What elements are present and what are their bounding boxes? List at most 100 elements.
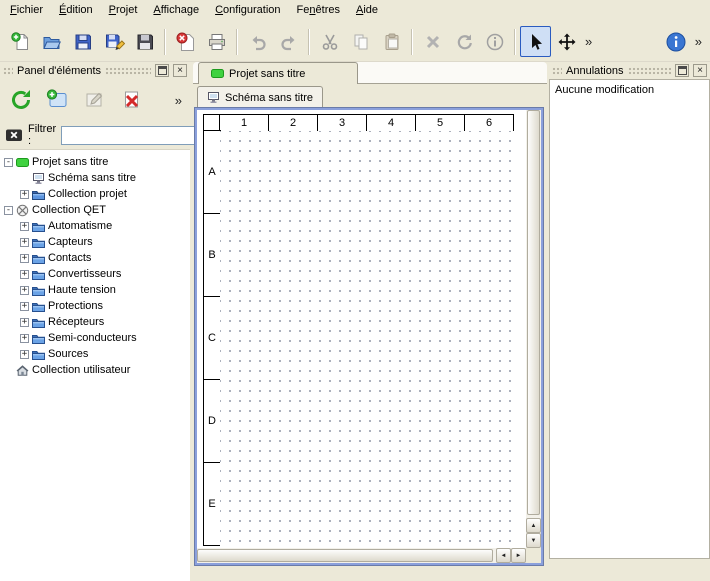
redo-button[interactable] <box>273 26 304 57</box>
tree-item[interactable]: -Collection QET <box>0 202 190 218</box>
tree-item[interactable]: + Capteurs <box>0 234 190 250</box>
column-header: 1 <box>219 114 269 132</box>
schema-tab[interactable]: Schéma sans titre <box>197 86 323 108</box>
expand-icon[interactable]: + <box>20 254 29 263</box>
tree-item[interactable]: +Collection projet <box>0 186 190 202</box>
expand-icon[interactable]: + <box>20 238 29 247</box>
new-element-button[interactable] <box>42 85 73 116</box>
paste-button[interactable] <box>376 26 407 57</box>
new-file-button[interactable] <box>5 26 36 57</box>
tree-item[interactable]: +Automatisme <box>0 218 190 234</box>
column-header: 3 <box>317 114 367 132</box>
tree-item-label: Collection utilisateur <box>32 364 130 376</box>
dock-drag-handle[interactable] <box>552 67 562 75</box>
delete-button[interactable] <box>417 26 448 57</box>
folder-icon <box>32 236 45 249</box>
diagram-canvas[interactable]: 123456 ABCDE <box>197 110 526 548</box>
menu-affichage[interactable]: Affichage <box>145 0 207 22</box>
qet-icon <box>16 204 29 217</box>
tree-item-label: Récepteurs <box>48 316 104 328</box>
open-file-button[interactable] <box>36 26 67 57</box>
vertical-scrollbar[interactable]: ▲ ▼ <box>526 110 541 548</box>
schema-tab-bar: Schéma sans titre <box>193 84 547 108</box>
tree-item[interactable]: +Semi-conducteurs <box>0 330 190 346</box>
information-button[interactable] <box>479 26 510 57</box>
vertical-scrollbar-thumb[interactable] <box>527 110 540 515</box>
elements-panel-titlebar[interactable]: Panel d'éléments × <box>0 62 190 79</box>
column-header: 2 <box>268 114 318 132</box>
about-button[interactable] <box>661 26 692 57</box>
row-header: A <box>203 130 221 214</box>
tree-item[interactable]: -Projet sans titre <box>0 154 190 170</box>
undo-list[interactable]: Aucune modification <box>549 79 710 559</box>
toolbar-overflow-button[interactable]: » <box>582 34 595 49</box>
cut-button[interactable] <box>314 26 345 57</box>
undo-button[interactable] <box>242 26 273 57</box>
dock-close-button[interactable]: × <box>693 64 707 77</box>
tree-item[interactable]: Collection utilisateur <box>0 362 190 378</box>
horizontal-scrollbar-thumb[interactable] <box>197 549 493 562</box>
expand-icon[interactable]: + <box>20 286 29 295</box>
toolbar-separator <box>411 29 413 55</box>
tree-item[interactable]: Schéma sans titre <box>0 170 190 186</box>
folder-icon <box>32 268 45 281</box>
rotate-button[interactable] <box>448 26 479 57</box>
expand-icon[interactable]: + <box>20 270 29 279</box>
tree-item[interactable]: +Sources <box>0 346 190 362</box>
scroll-right-button[interactable]: ► <box>511 548 526 563</box>
dock-drag-handle[interactable] <box>105 67 151 75</box>
menu-aide[interactable]: Aide <box>348 0 386 22</box>
expand-icon[interactable]: + <box>20 302 29 311</box>
menu-configuration[interactable]: Configuration <box>207 0 288 22</box>
dock-drag-handle[interactable] <box>628 67 672 75</box>
tree-item[interactable]: +Haute tension <box>0 282 190 298</box>
project-tab[interactable]: Projet sans titre <box>198 62 358 84</box>
collapse-icon[interactable]: - <box>4 206 13 215</box>
move-mode-button[interactable] <box>551 26 582 57</box>
dock-close-button[interactable]: × <box>173 64 187 77</box>
scroll-down-button[interactable]: ▼ <box>526 533 541 548</box>
folder-icon <box>32 316 45 329</box>
collapse-icon[interactable]: - <box>4 158 13 167</box>
copy-button[interactable] <box>345 26 376 57</box>
menu-edition[interactable]: Édition <box>51 0 101 22</box>
reload-collections-button[interactable] <box>5 85 36 116</box>
horizontal-scrollbar[interactable]: ◄ ► <box>197 548 526 563</box>
expand-icon[interactable]: + <box>20 350 29 359</box>
diagram-grid[interactable] <box>220 131 517 548</box>
folder-icon <box>32 284 45 297</box>
tree-item[interactable]: + Récepteurs <box>0 314 190 330</box>
print-button[interactable] <box>201 26 232 57</box>
menu-fenetres[interactable]: Fenêtres <box>289 0 348 22</box>
toolbar-overflow-button-2[interactable]: » <box>692 34 705 49</box>
clear-filter-icon[interactable] <box>5 126 23 144</box>
edit-element-button[interactable] <box>79 85 110 116</box>
panel-overflow-button[interactable]: » <box>175 93 185 108</box>
undo-panel-titlebar[interactable]: Annulations × <box>549 62 710 79</box>
save-button[interactable] <box>67 26 98 57</box>
expand-icon[interactable]: + <box>20 190 29 199</box>
tree-item-label: Capteurs <box>48 236 93 248</box>
dock-float-button[interactable] <box>675 64 689 77</box>
scroll-left-button[interactable]: ◄ <box>496 548 511 563</box>
delete-element-button[interactable] <box>116 85 147 116</box>
select-mode-button[interactable] <box>520 26 551 57</box>
tree-item[interactable]: +Contacts <box>0 250 190 266</box>
expand-icon[interactable]: + <box>20 222 29 231</box>
close-file-button[interactable] <box>170 26 201 57</box>
save-all-button[interactable] <box>129 26 160 57</box>
menu-fichier[interactable]: Fichier <box>2 0 51 22</box>
dock-drag-handle[interactable] <box>3 67 13 75</box>
project-tab-label: Projet sans titre <box>229 68 305 80</box>
dock-float-button[interactable] <box>155 64 169 77</box>
filter-input[interactable] <box>61 126 211 145</box>
expand-icon[interactable]: + <box>20 318 29 327</box>
tree-item[interactable]: +Protections <box>0 298 190 314</box>
tree-item[interactable]: +Convertisseurs <box>0 266 190 282</box>
save-as-button[interactable] <box>98 26 129 57</box>
expand-icon[interactable]: + <box>20 334 29 343</box>
scroll-up-button[interactable]: ▲ <box>526 518 541 533</box>
schema-tab-label: Schéma sans titre <box>225 92 313 104</box>
project-icon <box>16 156 29 169</box>
menu-projet[interactable]: Projet <box>101 0 146 22</box>
